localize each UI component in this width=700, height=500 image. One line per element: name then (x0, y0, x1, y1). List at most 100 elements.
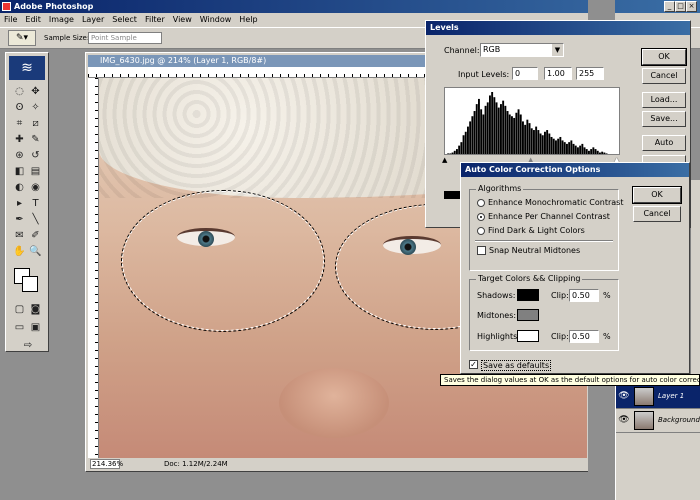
eyedropper-preset-icon[interactable]: ✎▾ (8, 30, 36, 46)
histogram-bar (581, 143, 584, 154)
visibility-eye-icon[interactable]: 👁 (618, 390, 630, 402)
move-tool-icon[interactable]: ✥ (28, 85, 43, 99)
menu-edit[interactable]: Edit (21, 13, 45, 27)
layer-row-background[interactable]: 👁 Background (616, 409, 700, 433)
histogram-bar (500, 104, 502, 154)
elliptical-selection-left[interactable] (121, 190, 325, 332)
save-defaults-label[interactable]: Save as defaults (481, 360, 552, 371)
levels-ok-button[interactable]: OK (641, 48, 687, 66)
histogram-bar (552, 138, 555, 154)
sample-size-select[interactable]: Point Sample (88, 32, 162, 44)
clone-stamp-tool-icon[interactable]: ⊛ (12, 149, 27, 163)
input-white-field[interactable]: 255 (576, 67, 604, 80)
brush-tool-icon[interactable]: ✎ (28, 133, 43, 147)
levels-cancel-button[interactable]: Cancel (642, 68, 686, 84)
eraser-tool-icon[interactable]: ◧ (12, 165, 27, 179)
histogram-bar (541, 135, 544, 154)
menu-file[interactable]: File (0, 13, 21, 27)
menu-filter[interactable]: Filter (141, 13, 169, 27)
shadows-color-swatch[interactable] (517, 289, 539, 301)
blur-tool-icon[interactable]: ◉ (28, 181, 43, 195)
histogram-bar (447, 153, 450, 154)
screen-mode-full-icon[interactable]: ▣ (28, 321, 43, 335)
minimize-button[interactable]: _ (664, 1, 675, 12)
histogram-bar (491, 92, 494, 154)
histogram-bar (548, 133, 551, 154)
toolbox: ≋ ◌ ✥ ʘ ✧ ⌗ ⧄ ✚ ✎ ⊛ ↺ ◧ ▤ ◐ ◉ ▸ T ✒ ╲ ✉ ✐ ✋ 🔍 ▢ ◙ ▭ ▣ ⇨ (5, 52, 49, 352)
doc-size-info[interactable]: Doc: 1.12M/2.24M (164, 458, 228, 470)
menu-select[interactable]: Select (108, 13, 141, 27)
layer-row-layer-1[interactable]: 👁 Layer 1 (616, 385, 700, 409)
dodge-tool-icon[interactable]: ◐ (12, 181, 27, 195)
menu-image[interactable]: Image (45, 13, 78, 27)
quick-mask-on-icon[interactable]: ◙ (28, 303, 43, 317)
menu-view[interactable]: View (169, 13, 196, 27)
label-dark-light: Find Dark & Light Colors (488, 226, 585, 235)
snap-neutral-checkbox[interactable] (477, 246, 486, 255)
histogram-bar (608, 154, 610, 155)
gradient-tool-icon[interactable]: ▤ (28, 165, 43, 179)
input-black-field[interactable]: 0 (512, 67, 538, 80)
pen-tool-icon[interactable]: ✒ (12, 213, 27, 227)
screen-mode-standard-icon[interactable]: ▭ (12, 321, 27, 335)
zoom-tool-icon[interactable]: 🔍 (28, 245, 43, 259)
crop-tool-icon[interactable]: ⌗ (12, 117, 27, 131)
highlights-color-swatch[interactable] (517, 330, 539, 342)
type-tool-icon[interactable]: T (28, 197, 43, 211)
histogram-bar (566, 143, 568, 154)
midtones-label: Midtones: (477, 311, 517, 320)
histogram-bar (579, 145, 582, 154)
levels-save-button[interactable]: Save... (642, 111, 686, 127)
app-title: Adobe Photoshop (14, 2, 94, 11)
histogram-bar (601, 151, 604, 154)
shadows-clip-field[interactable]: 0.50 (569, 289, 599, 302)
histogram-bar (517, 109, 520, 154)
radio-monochromatic[interactable] (477, 199, 485, 207)
save-defaults-checkbox[interactable]: ✓ (469, 360, 478, 369)
histogram-bar (451, 152, 454, 154)
radio-per-channel[interactable] (477, 213, 485, 221)
hand-tool-icon[interactable]: ✋ (12, 245, 27, 259)
jump-to-imageready-icon[interactable]: ⇨ (18, 339, 38, 353)
radio-dark-light[interactable] (477, 227, 485, 235)
channel-value: RGB (483, 45, 501, 54)
lasso-tool-icon[interactable]: ʘ (12, 101, 27, 115)
magic-wand-tool-icon[interactable]: ✧ (28, 101, 43, 115)
channel-select[interactable]: RGB ▼ (480, 43, 564, 57)
histogram-bar (456, 149, 458, 154)
layer-thumbnail (634, 411, 654, 430)
levels-load-button[interactable]: Load... (642, 92, 686, 108)
save-defaults-tooltip: Saves the dialog values at OK as the def… (440, 374, 700, 386)
channel-label: Channel: (444, 46, 480, 55)
eyedropper-tool-icon[interactable]: ✐ (28, 229, 43, 243)
notes-tool-icon[interactable]: ✉ (12, 229, 27, 243)
input-gamma-field[interactable]: 1.00 (544, 67, 572, 80)
highlights-clip-field[interactable]: 0.50 (569, 330, 599, 343)
levels-auto-button[interactable]: Auto (642, 135, 686, 151)
histogram-bar (464, 131, 467, 154)
shadows-pct: % (603, 291, 611, 300)
menu-window[interactable]: Window (196, 13, 236, 27)
history-brush-tool-icon[interactable]: ↺ (28, 149, 43, 163)
black-point-slider-icon[interactable]: ▲ (442, 156, 447, 164)
maximize-button[interactable]: □ (675, 1, 686, 12)
histogram-graph (447, 92, 612, 155)
histogram-bar (482, 114, 485, 154)
marquee-tool-icon[interactable]: ◌ (12, 85, 27, 99)
zoom-field[interactable]: 214.36% (90, 459, 123, 469)
path-selection-tool-icon[interactable]: ▸ (12, 197, 27, 211)
snap-neutral-label: Snap Neutral Midtones (489, 246, 581, 255)
slice-tool-icon[interactable]: ⧄ (28, 117, 43, 131)
quick-mask-off-icon[interactable]: ▢ (12, 303, 27, 317)
midtones-color-swatch[interactable] (517, 309, 539, 321)
menu-help[interactable]: Help (235, 13, 261, 27)
close-button[interactable]: × (686, 1, 697, 12)
shape-tool-icon[interactable]: ╲ (28, 213, 43, 227)
menu-layer[interactable]: Layer (78, 13, 108, 27)
acc-ok-button[interactable]: OK (632, 186, 682, 204)
visibility-eye-icon[interactable]: 👁 (618, 414, 630, 426)
histogram-bar (610, 154, 612, 155)
acc-cancel-button[interactable]: Cancel (633, 206, 681, 222)
background-color-swatch[interactable] (22, 276, 38, 292)
healing-tool-icon[interactable]: ✚ (12, 133, 27, 147)
